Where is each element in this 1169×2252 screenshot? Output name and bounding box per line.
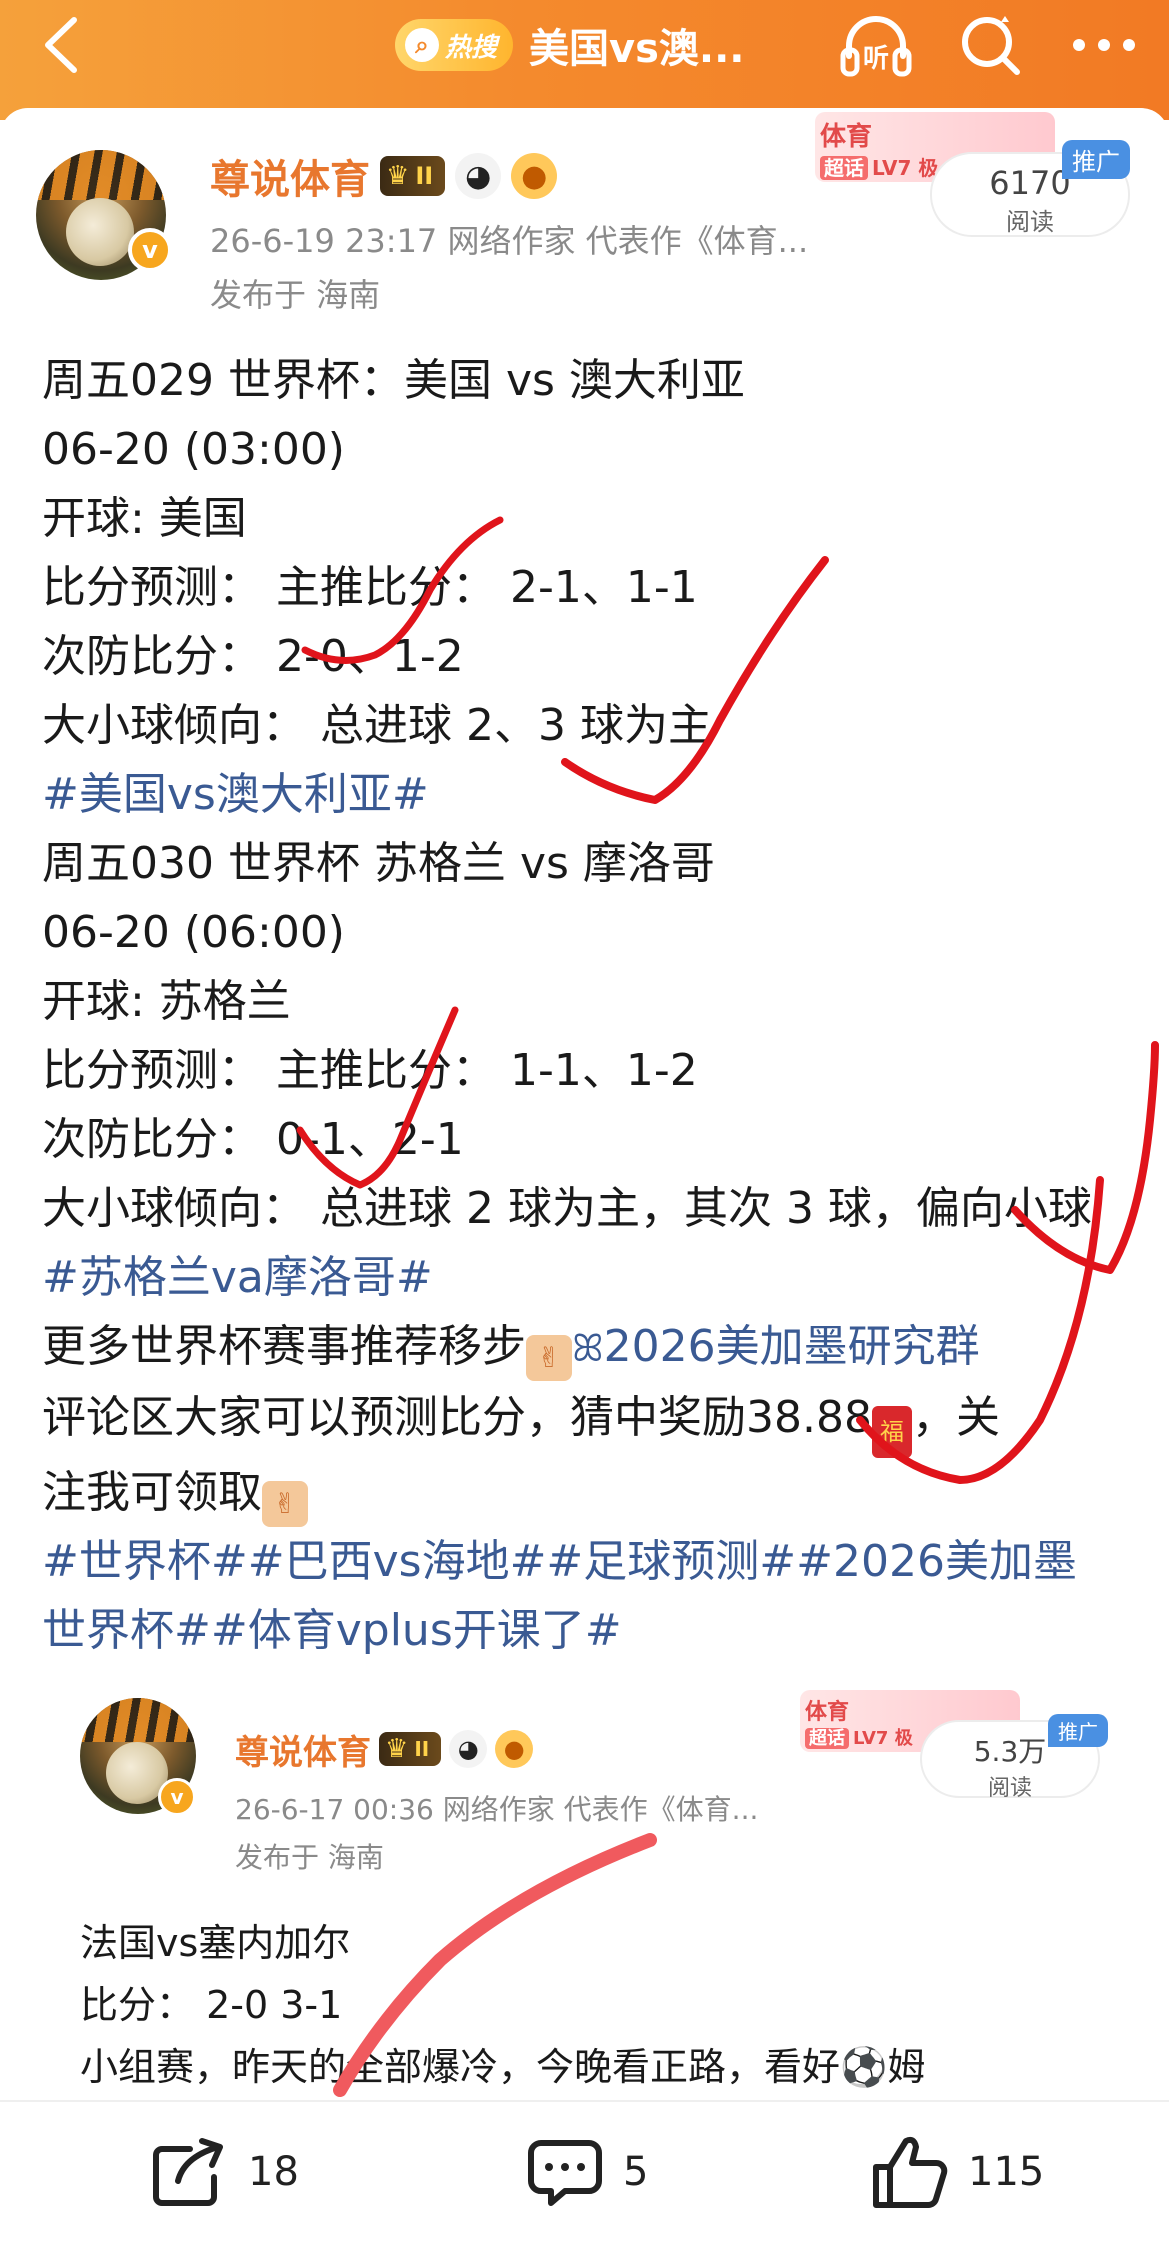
- embed-line: 比分： 2-0 3-1: [80, 1983, 343, 2027]
- panda-icon: ◕: [455, 153, 502, 199]
- fish-icon: ●: [511, 153, 558, 199]
- promo-tag: 推广: [1062, 140, 1130, 179]
- match1-line: 06-20 (03:00): [42, 424, 345, 475]
- finger-heart-icon: ✌: [526, 1335, 572, 1381]
- search-icon: ⌕: [405, 28, 439, 62]
- bottom-action-bar: 18 5 115: [0, 2100, 1169, 2252]
- author-name[interactable]: 尊说体育: [210, 147, 370, 205]
- match2-line: 开球: 苏格兰: [42, 976, 291, 1027]
- crown-icon: ♛: [386, 161, 410, 191]
- read-label: 阅读: [1006, 208, 1054, 236]
- post-location: 发布于 海南: [235, 1841, 384, 1874]
- embed-line: 小组赛，昨天的全部爆冷，今晚看正路，看好⚽姆: [80, 2045, 926, 2089]
- hot-search-badge: ⌕ 热搜: [395, 19, 514, 71]
- match2-line: 比分预测： 主推比分： 1-1、1-2: [42, 1045, 698, 1096]
- hashtag-link[interactable]: #美国vs澳大利亚#: [42, 760, 1152, 829]
- verified-badge-icon: v: [128, 228, 172, 272]
- search-button[interactable]: [953, 10, 1027, 80]
- post-location: 发布于 海南: [210, 276, 381, 314]
- match2-line: 周五030 世界杯 苏格兰 vs 摩洛哥: [42, 838, 715, 889]
- level-badge: ♛ II: [379, 1732, 442, 1766]
- share-count: 18: [248, 2149, 299, 2195]
- comment-button[interactable]: 5: [525, 2132, 648, 2212]
- verified-badge-icon: v: [158, 1778, 196, 1816]
- match2-line: 06-20 (06:00): [42, 907, 345, 958]
- match1-line: 开球: 美国: [42, 493, 247, 544]
- ad-label: 体育: [805, 1700, 850, 1725]
- hashtag-links[interactable]: 世界杯##体育vplus开课了#: [42, 1596, 1152, 1665]
- promo-ad[interactable]: 体育 超话 LV7 极 6170 阅读 推广: [815, 112, 1130, 237]
- match1-line: 次防比分： 2-0、1-2: [42, 631, 464, 682]
- panda-icon: ◕: [449, 1730, 488, 1768]
- share-icon: [153, 2138, 223, 2206]
- back-button[interactable]: [28, 10, 98, 80]
- author-name: 尊说体育: [235, 1732, 371, 1773]
- post-meta: 26-6-17 00:36 网络作家 代表作《体育...: [235, 1793, 759, 1826]
- listen-icon: 听: [840, 16, 912, 77]
- ad-sub: 超话 LV7 极: [820, 152, 938, 181]
- group-icon: ꕤ: [572, 1326, 604, 1370]
- hashtag-link[interactable]: #苏格兰va摩洛哥#: [42, 1243, 1152, 1312]
- embed-body: 法国vs塞内加尔 比分： 2-0 3-1 小组赛，昨天的全部爆冷，今晚看正路，看…: [80, 1912, 925, 2098]
- top-actions: 听: [839, 10, 1141, 80]
- crown-icon: ♛: [385, 1734, 409, 1764]
- reward-line-cont: 注我可领取 ✌: [42, 1458, 1152, 1527]
- red-envelope-icon: 福: [871, 1406, 912, 1458]
- svg-text:听: 听: [863, 44, 889, 74]
- hashtag-links[interactable]: #世界杯##巴西vs海地##足球预测##2026美加墨: [42, 1527, 1152, 1596]
- back-icon: [45, 17, 77, 73]
- more-button[interactable]: [1067, 10, 1141, 80]
- like-count: 115: [968, 2149, 1045, 2195]
- ad-label: 体育: [820, 122, 873, 152]
- top-nav-bar: ⌕ 热搜 美国vs澳... 听: [0, 0, 1169, 120]
- post-meta: 26-6-19 23:17 网络作家 代表作《体育...: [210, 222, 809, 260]
- page-title: 美国vs澳...: [529, 26, 745, 72]
- embed-line: 法国vs塞内加尔: [80, 1921, 351, 1965]
- like-button[interactable]: 115: [870, 2132, 1044, 2212]
- search-icon: [962, 16, 1020, 75]
- post-body: 周五029 世界杯：美国 vs 澳大利亚 06-20 (03:00) 开球: 美…: [42, 346, 1152, 1665]
- comment-count: 5: [623, 2149, 649, 2195]
- match2-line: 大小球倾向： 总进球 2 球为主，其次 3 球，偏向小球: [42, 1183, 1092, 1234]
- read-label: 阅读: [987, 1776, 1032, 1801]
- match1-line: 周五029 世界杯：美国 vs 澳大利亚: [42, 355, 745, 406]
- thumbs-up-icon: [873, 2136, 948, 2208]
- fish-icon: ●: [495, 1730, 534, 1768]
- level-badge: ♛ II: [380, 156, 446, 196]
- ad-sub: 超话 LV7 极: [805, 1724, 913, 1750]
- author-row: 尊说体育 ♛ II ◕ ●: [235, 1726, 534, 1773]
- more-info-line: 更多世界杯赛事推荐移步 ✌ ꕤ2026美加墨研究群: [42, 1312, 1152, 1383]
- share-button[interactable]: 18: [150, 2132, 299, 2212]
- match1-line: 大小球倾向： 总进球 2、3 球为主: [42, 700, 712, 751]
- promo-tag: 推广: [1048, 1714, 1108, 1747]
- match1-line: 比分预测： 主推比分： 2-1、1-1: [42, 562, 698, 613]
- hot-search-title[interactable]: ⌕ 热搜 美国vs澳...: [395, 10, 744, 80]
- author-row: 尊说体育 ♛ II ◕ ●: [210, 147, 558, 205]
- reward-line: 评论区大家可以预测比分，猜中奖励38.88 福，关: [42, 1383, 1152, 1458]
- embedded-screenshot[interactable]: v 尊说体育 ♛ II ◕ ● 26-6-17 00:36 网络作家 代表作《体…: [40, 1690, 1125, 2100]
- group-link[interactable]: 2026美加墨研究群: [604, 1321, 980, 1372]
- listen-button[interactable]: 听: [839, 10, 913, 80]
- finger-heart-icon: ✌: [262, 1481, 308, 1527]
- match2-line: 次防比分： 0-1、2-1: [42, 1114, 464, 1165]
- more-icon: [1073, 39, 1135, 51]
- promo-ad: 体育 超话 LV7 极 5.3万 阅读 推广: [800, 1690, 1120, 1801]
- comment-icon: [528, 2140, 602, 2206]
